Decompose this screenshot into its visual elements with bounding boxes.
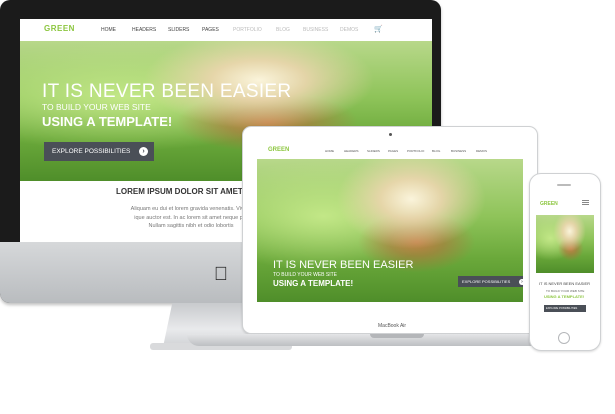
nav-item-home[interactable]: HOME — [101, 27, 116, 33]
hero-title: IT IS NEVER BEEN EASIER — [273, 259, 414, 271]
menu-icon[interactable] — [582, 200, 589, 201]
site-logo[interactable]: GREEN — [540, 201, 558, 207]
hero-title: IT IS NEVER BEEN EASIER — [539, 281, 591, 286]
nav-item-headers[interactable]: HEADERS — [132, 27, 156, 33]
macbook-screen: GREEN HOME HEADERS SLIDERS PAGES PORTFOL… — [257, 143, 523, 318]
hero-subtitle: TO BUILD YOUR WEB SITE — [546, 289, 585, 293]
explore-button-label: EXPLORE POSSIBILITIES — [52, 148, 131, 155]
speaker-icon — [557, 184, 571, 186]
nav-item-demos[interactable]: DEMOS — [340, 27, 358, 33]
iphone-screen: GREEN IT IS NEVER BEEN EASIER TO BUILD Y… — [536, 193, 594, 329]
nav-item-sliders[interactable]: SLIDERS — [367, 149, 380, 153]
nav-item-home[interactable]: HOME — [325, 149, 334, 153]
arrow-right-icon: › — [139, 147, 148, 156]
hero-subtitle: TO BUILD YOUR WEB SITE — [42, 102, 151, 112]
explore-button-label: EXPLORE POSSIBILITIES — [462, 279, 511, 284]
apple-logo-icon:  — [212, 265, 230, 285]
site-logo[interactable]: GREEN — [268, 147, 289, 153]
hero-highlight: USING A TEMPLATE! — [544, 294, 585, 299]
nav-item-business[interactable]: BUSINESS — [303, 27, 328, 33]
nav-item-demos[interactable]: DEMOS — [476, 149, 487, 153]
nav-item-pages[interactable]: PAGES — [202, 27, 219, 33]
hero-highlight: USING A TEMPLATE! — [273, 279, 354, 288]
nav-item-business[interactable]: BUSINESS — [451, 149, 466, 153]
camera-icon — [389, 133, 392, 136]
site-logo[interactable]: GREEN — [44, 24, 75, 33]
arrow-right-icon: › — [519, 278, 523, 285]
nav-item-sliders[interactable]: SLIDERS — [168, 27, 189, 33]
macbook-notch — [370, 334, 424, 338]
nav-item-portfolio[interactable]: PORTFOLIO — [407, 149, 424, 153]
nav-item-headers[interactable]: HEADERS — [344, 149, 359, 153]
explore-button-label: EXPLORE POSSIBILITIES — [546, 307, 578, 310]
nav-item-pages[interactable]: PAGES — [388, 149, 398, 153]
section-title: LOREM IPSUM DOLOR SIT AMET, CO — [116, 187, 259, 196]
home-button-icon — [558, 332, 570, 344]
phone-hero-text: IT IS NEVER BEEN EASIER TO BUILD YOUR WE… — [536, 273, 594, 329]
nav-item-blog[interactable]: BLOG — [276, 27, 290, 33]
nav-item-blog[interactable]: BLOG — [432, 149, 440, 153]
site-navbar: GREEN — [536, 193, 594, 215]
site-navbar: GREEN HOME HEADERS SLIDERS PAGES PORTFOL… — [20, 19, 432, 41]
hero-banner: IT IS NEVER BEEN EASIER TO BUILD YOUR WE… — [257, 159, 523, 302]
hero-subtitle: TO BUILD YOUR WEB SITE — [273, 272, 337, 278]
explore-button[interactable]: EXPLORE POSSIBILITIES › — [44, 142, 154, 161]
nav-item-portfolio[interactable]: PORTFOLIO — [233, 27, 262, 33]
cart-icon[interactable]: 🛒 — [374, 25, 383, 33]
site-navbar: GREEN HOME HEADERS SLIDERS PAGES PORTFOL… — [257, 143, 523, 159]
hero-highlight: USING A TEMPLATE! — [42, 114, 173, 129]
macbook-label: MacBook Air — [378, 323, 407, 329]
hero-banner — [536, 215, 594, 273]
explore-button[interactable]: EXPLORE POSSIBILITIES › — [458, 276, 523, 287]
hero-title: IT IS NEVER BEEN EASIER — [42, 81, 292, 102]
explore-button[interactable]: EXPLORE POSSIBILITIES — [544, 305, 586, 312]
